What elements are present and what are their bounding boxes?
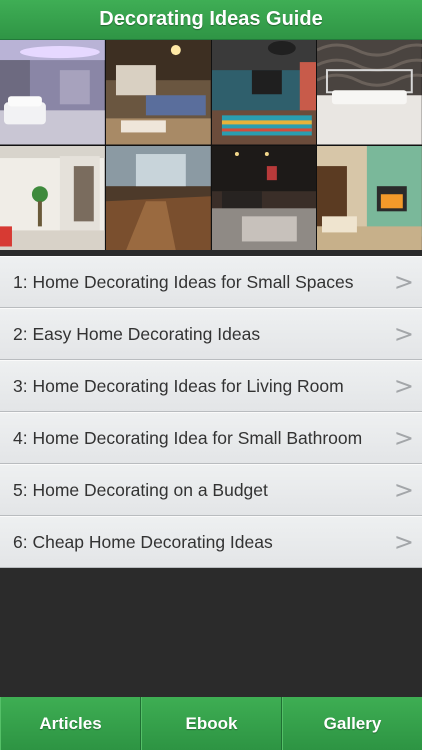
room-photo (317, 145, 422, 250)
article-title: 2: Easy Home Decorating Ideas (13, 323, 261, 344)
article-row[interactable]: 1: Home Decorating Ideas for Small Space… (0, 256, 422, 308)
article-row[interactable]: 2: Easy Home Decorating Ideas > (0, 308, 422, 360)
chevron-right-icon: > (393, 372, 414, 400)
tab-label: Gallery (323, 713, 382, 733)
bottom-tab-bar: Articles Ebook Gallery (0, 697, 422, 750)
hero-image-grid (0, 40, 422, 250)
tab-gallery[interactable]: Gallery (282, 697, 422, 750)
article-title: 6: Cheap Home Decorating Ideas (13, 531, 273, 552)
room-photo (211, 40, 317, 145)
tab-ebook[interactable]: Ebook (141, 697, 282, 750)
article-title: 3: Home Decorating Ideas for Living Room (13, 375, 344, 396)
article-row[interactable]: 3: Home Decorating Ideas for Living Room… (0, 360, 422, 412)
article-title: 5: Home Decorating on a Budget (13, 479, 268, 500)
article-title: 4: Home Decorating Idea for Small Bathro… (13, 427, 363, 448)
article-row[interactable]: 6: Cheap Home Decorating Ideas > (0, 516, 422, 568)
chevron-right-icon: > (393, 528, 414, 556)
article-title: 1: Home Decorating Ideas for Small Space… (13, 271, 354, 292)
tab-label: Articles (39, 713, 102, 733)
room-photo (211, 145, 317, 250)
tab-label: Ebook (185, 713, 238, 733)
tab-articles[interactable]: Articles (0, 697, 141, 750)
article-row[interactable]: 4: Home Decorating Idea for Small Bathro… (0, 412, 422, 464)
room-photo (0, 145, 105, 250)
room-photo (105, 145, 211, 250)
article-list: 1: Home Decorating Ideas for Small Space… (0, 256, 422, 568)
room-photo (317, 40, 422, 145)
chevron-right-icon: > (393, 268, 414, 296)
page-title: Decorating Ideas Guide (99, 8, 323, 30)
chevron-right-icon: > (393, 476, 414, 504)
room-photo (105, 40, 211, 145)
title-bar: Decorating Ideas Guide (0, 0, 422, 40)
room-photo (0, 40, 105, 145)
article-row[interactable]: 5: Home Decorating on a Budget > (0, 464, 422, 516)
chevron-right-icon: > (393, 424, 414, 452)
chevron-right-icon: > (393, 320, 414, 348)
